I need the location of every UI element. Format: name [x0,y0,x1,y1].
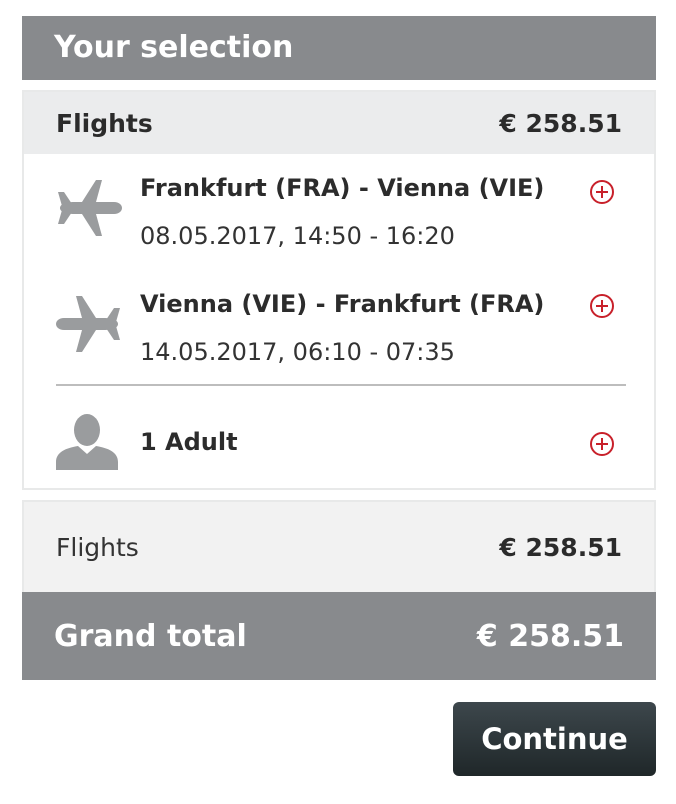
flights-card: Flights € 258.51 Frankfurt (FRA) - Vienn… [22,90,656,490]
segment-datetime: 08.05.2017, 14:50 - 16:20 [140,222,455,250]
flight-segment-return: Vienna (VIE) - Frankfurt (FRA) 14.05.201… [24,272,654,382]
grand-total-label: Grand total [54,618,247,654]
flight-segment-outbound: Frankfurt (FRA) - Vienna (VIE) 08.05.201… [24,154,654,264]
flights-card-title: Flights [56,108,153,138]
selection-title: Your selection [54,30,294,65]
plane-outbound-icon [56,178,122,242]
summary-label: Flights [56,532,139,562]
expand-segment-button[interactable] [590,294,614,318]
passenger-count: 1 Adult [140,428,238,456]
grand-total-price: € 258.51 [476,618,624,654]
flights-card-price: € 258.51 [499,108,622,138]
segment-datetime: 14.05.2017, 06:10 - 07:35 [140,338,455,366]
expand-segment-button[interactable] [590,180,614,204]
segment-route: Vienna (VIE) - Frankfurt (FRA) [140,290,545,318]
passenger-row: 1 Adult [24,392,654,482]
expand-passenger-button[interactable] [590,432,614,456]
grand-total-row: Grand total € 258.51 [22,592,656,680]
card-divider [56,384,626,386]
selection-header: Your selection [22,16,656,80]
price-summary-row: Flights € 258.51 [22,500,656,592]
summary-price: € 258.51 [499,532,622,562]
flights-card-header: Flights € 258.51 [24,92,654,154]
continue-button[interactable]: Continue [453,702,656,776]
segment-route: Frankfurt (FRA) - Vienna (VIE) [140,174,545,202]
person-icon [56,414,118,474]
plane-return-icon [56,294,122,358]
